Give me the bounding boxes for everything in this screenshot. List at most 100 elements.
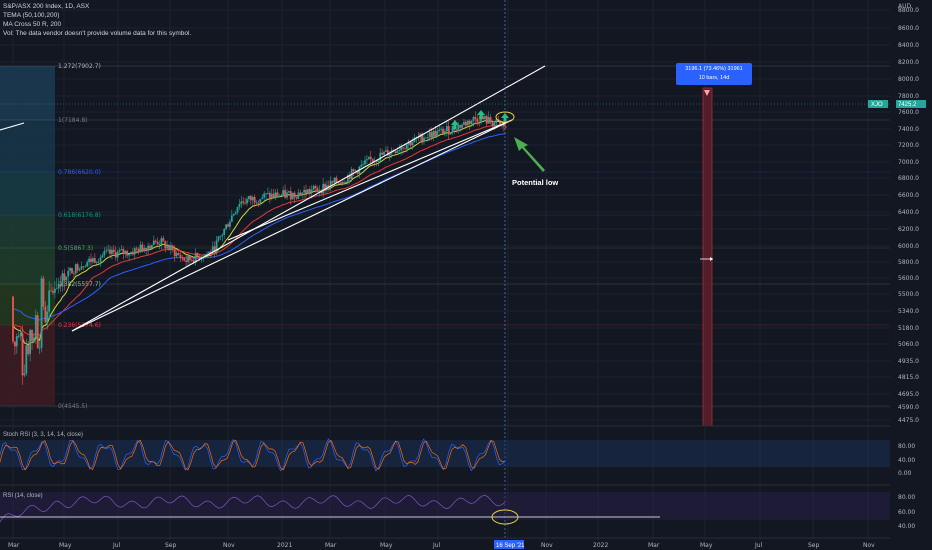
candle-body <box>12 296 14 342</box>
candle-body <box>206 253 208 255</box>
volume-legend[interactable]: Vol: The data vendor doesn't provide vol… <box>3 30 191 38</box>
price-tick: 4935.0 <box>898 358 919 365</box>
candle-body <box>316 187 319 191</box>
candle-body <box>396 150 399 154</box>
candle-body <box>46 311 49 323</box>
candle-body <box>27 345 30 355</box>
candle-body <box>236 207 239 213</box>
candle-body <box>379 152 382 161</box>
candle-body <box>122 249 125 254</box>
candle-body <box>444 131 446 134</box>
rsi-tick: 40.00 <box>898 523 915 530</box>
candle-body <box>19 333 22 337</box>
price-tick: 6600.0 <box>898 192 919 199</box>
candle-body <box>411 142 414 146</box>
candle-body <box>160 238 163 245</box>
candle-body <box>80 266 83 270</box>
candle-body <box>472 117 475 121</box>
candle-body <box>485 116 488 124</box>
candle-body <box>86 262 89 267</box>
time-tick: Nov <box>863 542 875 549</box>
candle-body <box>466 120 469 126</box>
stoch-tick: 80.00 <box>898 443 915 450</box>
candle-body <box>267 192 269 194</box>
fib-level-label: 0.618(6176.8) <box>58 212 101 219</box>
candle-body <box>90 258 92 262</box>
candle-body <box>404 148 406 150</box>
candle-body <box>333 177 336 183</box>
candle-body <box>230 215 233 222</box>
stoch-tick: 40.00 <box>898 457 915 464</box>
candle-body <box>244 202 247 204</box>
candle-body <box>305 189 307 194</box>
candle-body <box>149 245 151 249</box>
candle-body <box>445 126 448 132</box>
candle-body <box>287 191 290 193</box>
fib-level-label: 0(4545.5) <box>58 403 88 410</box>
candle-body <box>67 270 70 277</box>
candle-body <box>147 245 149 251</box>
candle-body <box>78 269 81 271</box>
price-tick: 6000.0 <box>898 243 919 250</box>
candle-body <box>423 137 425 142</box>
ma-cross-legend[interactable]: MA Cross 50 R, 200 <box>3 21 61 29</box>
candle-body <box>21 333 24 376</box>
tema-legend[interactable]: TEMA (50,100,200) <box>3 12 59 20</box>
candle-body <box>145 247 148 251</box>
candle-body <box>38 347 41 349</box>
candle-body <box>187 256 189 262</box>
candle-body <box>394 151 397 154</box>
candle-body <box>112 249 115 253</box>
candle-body <box>133 248 136 255</box>
chart-canvas[interactable]: 1.272(7902.7) 1(7184.8) 0.786(6620.0) 0.618… <box>0 0 932 550</box>
price-tick: 8200.0 <box>898 59 919 66</box>
price-tick: 8000.0 <box>898 76 919 83</box>
price-tick: 4695.0 <box>898 391 919 398</box>
price-tick: 6200.0 <box>898 226 919 233</box>
price-tick: 4475.0 <box>898 417 919 424</box>
candle-body <box>196 252 199 257</box>
candle-body <box>251 197 254 201</box>
candle-body <box>137 248 140 253</box>
rsi-title: RSI (14, close) <box>3 493 43 499</box>
candle-body <box>381 152 384 155</box>
candle-body <box>103 250 106 256</box>
candle-body <box>398 150 401 151</box>
last-price-badge: 7425.2 <box>898 102 917 108</box>
candle-body <box>74 264 77 274</box>
price-tick: 7800.0 <box>898 93 919 100</box>
candle-body <box>221 234 224 236</box>
candle-body <box>246 199 248 204</box>
candle-body <box>181 257 184 259</box>
candle-body <box>171 245 174 250</box>
candle-body <box>464 121 467 126</box>
rsi-tick: 80.00 <box>898 494 915 501</box>
candle-body <box>426 137 429 138</box>
candle-body <box>255 202 258 204</box>
candle-body <box>463 121 465 125</box>
candle-body <box>364 160 366 165</box>
candle-body <box>33 337 35 342</box>
candle-body <box>405 144 408 149</box>
time-tick: Mar <box>8 542 20 549</box>
price-tick: 7400.0 <box>898 126 919 133</box>
candle-body <box>483 116 486 120</box>
candle-body <box>449 132 452 135</box>
time-tick: Jul <box>432 542 441 549</box>
candle-body <box>57 283 60 289</box>
candle-body <box>34 315 37 338</box>
candle-body <box>442 128 444 134</box>
time-tick: Sep <box>808 542 820 549</box>
candle-body <box>253 197 256 203</box>
candle-body <box>339 182 342 184</box>
fib-level-label: 1(7184.8) <box>58 117 88 124</box>
price-tick: 5600.0 <box>898 275 919 282</box>
candle-body <box>65 276 68 281</box>
candle-body <box>276 192 279 197</box>
candle-body <box>225 224 228 229</box>
symbol-title: S&P/ASX 200 Index, 1D, ASX <box>3 3 90 10</box>
candle-body <box>400 147 403 151</box>
candle-body <box>48 290 51 312</box>
candle-body <box>109 249 111 254</box>
candle-body <box>25 345 28 374</box>
